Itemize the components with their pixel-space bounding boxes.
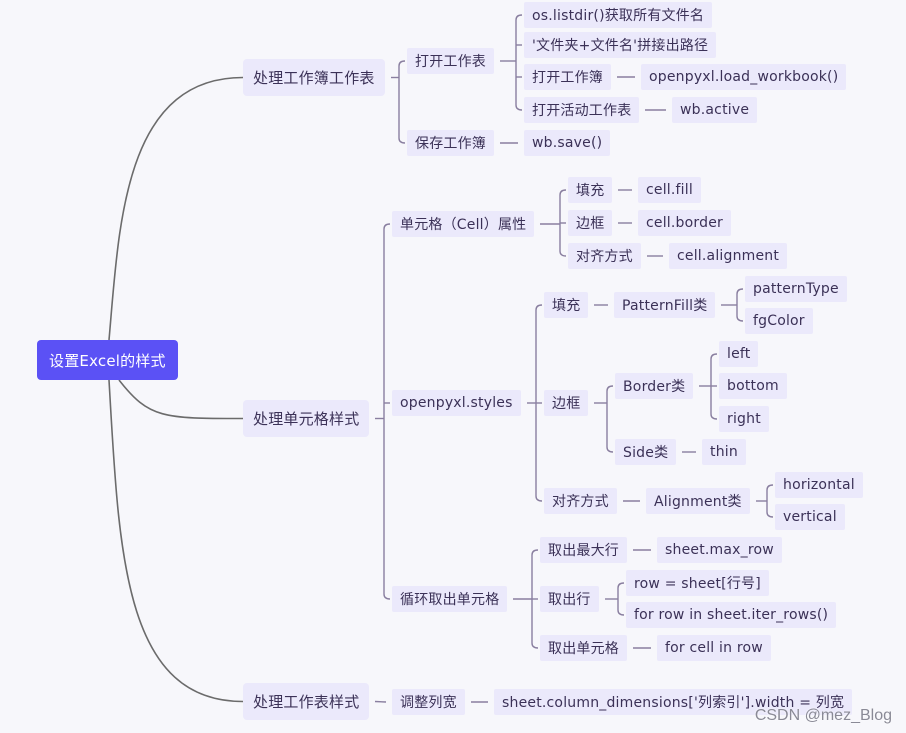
- node-align-horizontal[interactable]: horizontal: [775, 472, 863, 498]
- node-alignment-class[interactable]: Alignment类: [646, 488, 750, 514]
- node-workbook-sheet[interactable]: 处理工作簿工作表: [243, 59, 385, 96]
- node-border-left[interactable]: left: [719, 341, 759, 367]
- node-row-index-code[interactable]: row = sheet[行号]: [626, 570, 769, 596]
- node-wb-active-code[interactable]: wb.active: [672, 97, 758, 123]
- connector-root-wb: [108, 76, 244, 341]
- node-open-workbook[interactable]: 打开工作簿: [524, 64, 611, 90]
- node-join-path[interactable]: '文件夹+文件名'拼接出路径: [524, 32, 717, 58]
- connector-root-ws: [108, 379, 244, 703]
- node-open-sheet[interactable]: 打开工作表: [407, 48, 494, 74]
- node-styles-alignment[interactable]: 对齐方式: [544, 488, 617, 514]
- node-styles-fill[interactable]: 填充: [544, 292, 589, 318]
- node-cell-border[interactable]: 边框: [568, 210, 613, 236]
- node-side-class[interactable]: Side类: [615, 439, 677, 465]
- node-cell-alignment[interactable]: 对齐方式: [568, 243, 641, 269]
- node-cell-border-code[interactable]: cell.border: [638, 210, 731, 236]
- node-get-row[interactable]: 取出行: [540, 586, 599, 612]
- connector-bus-loop_row: [617, 582, 625, 616]
- watermark: CSDN @mez_Blog: [754, 707, 892, 724]
- node-border-bottom[interactable]: bottom: [719, 373, 787, 399]
- node-open-active-sheet[interactable]: 打开活动工作表: [524, 97, 640, 123]
- node-cell-attributes[interactable]: 单元格（Cell）属性: [392, 211, 535, 237]
- node-get-cell[interactable]: 取出单元格: [540, 635, 627, 661]
- node-openpyxl-styles[interactable]: openpyxl.styles: [392, 390, 521, 416]
- connector-bus-styles_fill_cls: [736, 288, 744, 322]
- node-for-cell-code[interactable]: for cell in row: [657, 635, 771, 661]
- connector-root-cell: [118, 379, 244, 420]
- connector-bus-loop: [531, 549, 539, 649]
- connector-ws-ws_width: [374, 700, 387, 703]
- node-max-row-code[interactable]: sheet.max_row: [657, 537, 782, 563]
- node-listdir[interactable]: os.listdir()获取所有文件名: [524, 2, 713, 28]
- node-wb-save-code[interactable]: wb.save(): [524, 130, 611, 156]
- node-pattern-type[interactable]: patternType: [745, 276, 847, 302]
- connector-bus-styles: [535, 304, 543, 502]
- node-adjust-column-width[interactable]: 调整列宽: [392, 689, 465, 715]
- node-cell-alignment-code[interactable]: cell.alignment: [669, 243, 788, 269]
- node-cell-fill-code[interactable]: cell.fill: [638, 177, 701, 203]
- mindmap-canvas: 设置Excel的样式 处理工作簿工作表 打开工作表 os.listdir()获取…: [0, 0, 906, 733]
- connector-bus-cell_attr: [559, 189, 567, 257]
- node-cell-fill[interactable]: 填充: [568, 177, 613, 203]
- node-iter-rows-code[interactable]: for row in sheet.iter_rows(): [626, 602, 837, 628]
- node-patternfill-class[interactable]: PatternFill类: [614, 292, 716, 318]
- connector-bus-styles_border: [606, 385, 614, 453]
- node-load-workbook-code[interactable]: openpyxl.load_workbook(): [641, 64, 847, 90]
- connector-bus-styles_border_cls: [710, 353, 718, 420]
- node-sheet-style[interactable]: 处理工作表样式: [243, 683, 370, 720]
- node-border-right[interactable]: right: [719, 406, 769, 432]
- node-side-thin[interactable]: thin: [702, 439, 746, 465]
- node-border-class[interactable]: Border类: [615, 373, 694, 399]
- node-styles-border[interactable]: 边框: [544, 390, 589, 416]
- node-align-vertical[interactable]: vertical: [775, 504, 845, 530]
- connector-bus-styles_align_cls: [766, 484, 774, 518]
- node-fg-color[interactable]: fgColor: [745, 308, 813, 334]
- root-node[interactable]: 设置Excel的样式: [37, 340, 178, 380]
- connector-bus-wb_open: [515, 14, 523, 111]
- connector-bus-cell: [383, 223, 391, 600]
- node-cell-style[interactable]: 处理单元格样式: [243, 400, 370, 437]
- connector-bus-wb: [398, 60, 406, 144]
- node-save-workbook[interactable]: 保存工作簿: [407, 130, 494, 156]
- node-max-row[interactable]: 取出最大行: [540, 537, 627, 563]
- node-loop-cells[interactable]: 循环取出单元格: [392, 586, 508, 612]
